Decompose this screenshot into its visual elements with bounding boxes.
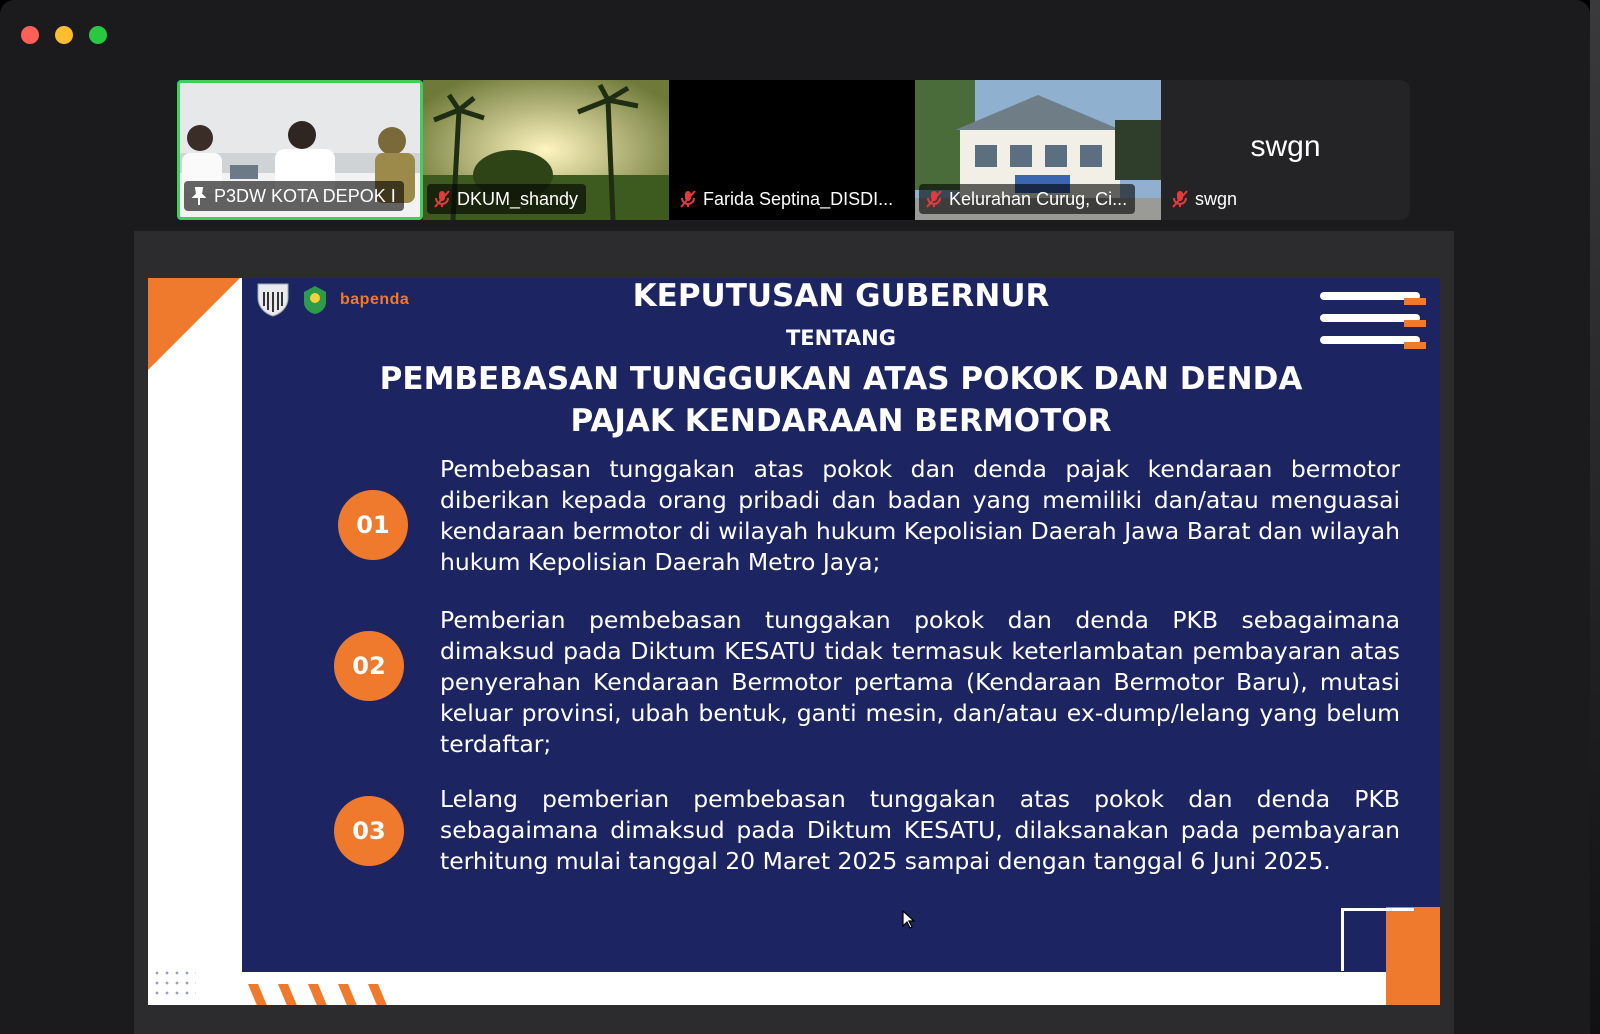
participant-strip: P3DW KOTA DEPOK I DKUM_shandy Farida Sep [177,80,1410,220]
participant-label-2: DKUM_shandy [427,184,587,214]
item-number-badge: 01 [338,490,408,560]
slide-heading: PEMBEBASAN TUNGGUKAN ATAS POKOK DAN DEND… [242,358,1440,442]
shared-slide: bapenda KEPUTUSAN GUBERNUR TENTANG PEMBE… [148,278,1440,1005]
participant-tile-3[interactable]: Farida Septina_DISDI... [669,80,915,220]
participant-name: P3DW KOTA DEPOK I [214,185,396,206]
background-window-edge [1590,0,1600,1034]
slide-corner-triangle [148,278,240,370]
participant-tile-2[interactable]: DKUM_shandy [423,80,669,220]
item-number-badge: 03 [334,796,404,866]
participant-display-name: swgn [1250,130,1321,163]
slide-heading-line-1: PEMBEBASAN TUNGGUKAN ATAS POKOK DAN DEND… [379,361,1303,397]
slide-item-3: 03 Lelang pemberian pembebasan tunggakan… [334,784,1404,914]
slide-heading-line-2: PAJAK KENDARAAN BERMOTOR [570,403,1112,439]
item-text: Pembebasan tunggakan atas pokok dan dend… [440,455,1400,576]
mic-muted-icon [1172,190,1188,208]
close-window-button[interactable] [21,26,39,44]
item-text: Lelang pemberian pembebasan tunggakan at… [440,785,1400,875]
dot-grid-decoration [152,968,196,998]
participant-name: Farida Septina_DISDI... [703,188,894,209]
participant-label-3: Farida Septina_DISDI... [673,184,902,214]
participant-tile-5[interactable]: swgn swgn [1161,80,1410,220]
participant-tile-1[interactable]: P3DW KOTA DEPOK I [177,80,423,220]
pin-icon [191,187,207,205]
item-number-badge: 02 [334,631,404,701]
participant-name: swgn [1195,188,1238,209]
participant-name: DKUM_shandy [457,188,579,209]
participant-name: Kelurahan Curug, Ci... [949,188,1128,209]
stripes-decoration [248,984,387,1005]
slide-title: KEPUTUSAN GUBERNUR [632,278,1050,314]
mic-muted-icon [680,190,696,208]
slide-item-2: 02 Pemberian pembebasan tunggakan pokok … [334,605,1404,765]
mic-muted-icon [434,190,450,208]
item-text: Pemberian pembebasan tunggakan pokok dan… [440,606,1400,758]
minimize-window-button[interactable] [55,26,73,44]
participant-tile-4[interactable]: Kelurahan Curug, Ci... [915,80,1161,220]
participant-label-1: P3DW KOTA DEPOK I [184,181,404,211]
slide-item-1: 01 Pembebasan tunggakan atas pokok dan d… [338,454,1404,582]
participant-label-5: swgn [1165,184,1245,214]
slide-subtitle: TENTANG [785,326,896,350]
mouse-cursor-icon [902,910,916,929]
maximize-window-button[interactable] [89,26,107,44]
mic-muted-icon [926,190,942,208]
participant-label-4: Kelurahan Curug, Ci... [919,184,1136,214]
slide-corner-line [1341,908,1414,971]
